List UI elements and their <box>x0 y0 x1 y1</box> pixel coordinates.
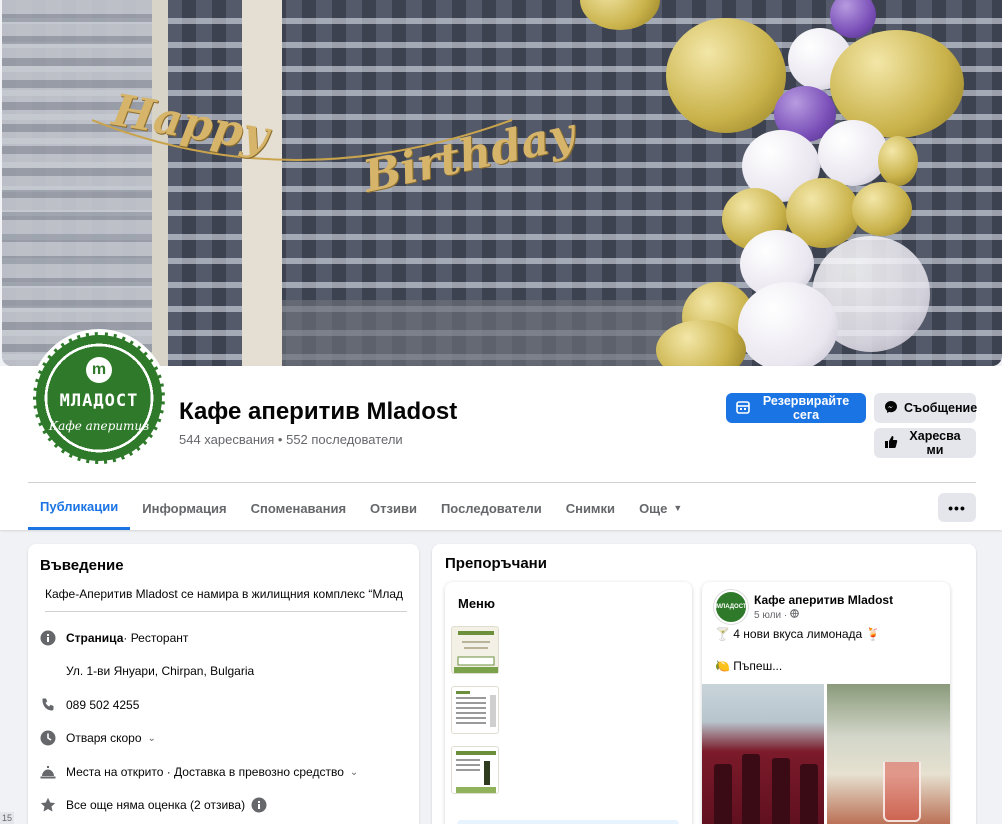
menu-thumbnail[interactable] <box>451 746 499 794</box>
post-author-avatar[interactable]: МЛАДОСТ <box>714 590 748 624</box>
tab-label: Информация <box>142 500 227 516</box>
tab-about[interactable]: Информация <box>130 486 238 530</box>
reserve-button[interactable]: Резервирайте сега <box>726 393 866 423</box>
phone-text: 089 502 4255 <box>66 698 140 712</box>
balloon-gold <box>852 182 912 236</box>
menu-title: Меню <box>458 596 496 611</box>
page-stats[interactable]: 544 харесвания • 552 последователи <box>179 432 403 447</box>
info-page-category: Страница · Ресторант <box>40 630 188 646</box>
logo-title: МЛАДОСТ <box>59 391 139 411</box>
tab-label: Последователи <box>440 500 542 516</box>
like-button-label: Харесва ми <box>909 429 961 457</box>
rating-text: Все още няма оценка (2 отзива) <box>66 798 246 812</box>
tab-label: Снимки <box>565 500 616 516</box>
info-icon <box>40 630 56 646</box>
balloon-white <box>818 120 888 186</box>
star-icon <box>40 797 56 813</box>
tab-posts[interactable]: Публикации <box>28 486 131 530</box>
balloon-gold <box>580 0 660 30</box>
tab-reviews[interactable]: Отзиви <box>358 486 429 530</box>
post-author-name[interactable]: Кафе аперитив Mladost <box>754 593 893 607</box>
menu-card[interactable]: Меню <box>445 582 692 824</box>
page-avatar[interactable]: m МЛАДОСТ Кафе аперитив <box>30 329 168 467</box>
info-rating[interactable]: Все още няма оценка (2 отзива) <box>40 797 277 813</box>
info-services[interactable]: Места на открито · Доставка в превозно с… <box>40 764 358 780</box>
more-options-button[interactable]: ••• <box>938 493 976 522</box>
chevron-down-icon: ⌄ <box>349 766 359 778</box>
post-date-text: 5 юли · <box>754 610 790 621</box>
info-circle-icon[interactable] <box>251 797 267 813</box>
header-divider <box>28 482 976 483</box>
cover-bench <box>282 300 702 366</box>
recommended-title: Препоръчани <box>445 555 547 572</box>
logo-subtitle: Кафе аперитив <box>48 419 150 433</box>
clock-icon <box>40 730 56 746</box>
calendar-icon <box>736 400 750 417</box>
page-tabs: Публикации Информация Споменавания Отзив… <box>28 486 694 530</box>
lemonade-glass-graphic <box>883 762 921 822</box>
intro-card: Въведение Кафе-Аперитив Mladost се намир… <box>28 544 419 824</box>
globe-icon <box>790 609 799 621</box>
service-bell-icon <box>40 764 56 780</box>
tab-photos[interactable]: Снимки <box>554 486 627 530</box>
menu-thumbnail[interactable] <box>451 686 499 734</box>
intro-description: Кафе-Аперитив Mladost се намира в жилищн… <box>45 587 404 601</box>
recommended-post[interactable]: МЛАДОСТ Кафе аперитив Mladost 5 юли · 🍸 … <box>702 582 950 824</box>
tab-label: Още <box>639 500 668 516</box>
post-photo-lemonade[interactable] <box>827 684 950 824</box>
bottle-graphic <box>772 758 790 824</box>
tab-label: Отзиви <box>370 500 417 516</box>
reserve-button-label: Резервирайте сега <box>762 394 850 422</box>
bottle-graphic <box>714 764 732 824</box>
avatar-logo: m МЛАДОСТ Кафе аперитив <box>33 332 165 464</box>
caret-down-icon: ▼ <box>673 503 683 513</box>
thumbs-up-icon <box>884 435 898 452</box>
page-title: Кафе аперитив Mladost <box>179 398 458 425</box>
balloon-gold <box>666 18 786 133</box>
menu-page-art <box>456 691 496 727</box>
services-text: Места на открито · Доставка в превозно с… <box>66 765 344 779</box>
info-phone[interactable]: 089 502 4255 <box>40 697 139 713</box>
menu-cover-art <box>454 631 498 673</box>
post-text-line: 🍋 Пъпеш... <box>715 659 783 673</box>
post-date[interactable]: 5 юли · <box>754 609 799 621</box>
message-button[interactable]: Съобщение <box>874 393 978 423</box>
birthday-banner: Happy Birthday <box>91 85 612 240</box>
cover-photo[interactable]: Happy Birthday <box>2 0 1002 366</box>
tab-mentions[interactable]: Споменавания <box>239 486 358 530</box>
logo-mark: m <box>86 357 112 383</box>
bottle-graphic <box>742 754 760 824</box>
balloon-gold <box>878 136 918 186</box>
hours-text: Отваря скоро <box>66 731 142 745</box>
tab-followers[interactable]: Последователи <box>429 486 554 530</box>
tab-label: Споменавания <box>250 500 347 516</box>
chevron-down-icon: ⌄ <box>147 732 156 744</box>
bottle-graphic <box>800 764 818 824</box>
like-button[interactable]: Харесва ми <box>874 428 976 458</box>
tab-label: Публикации <box>40 499 119 514</box>
message-button-label: Съобщение <box>904 401 978 415</box>
phone-icon <box>40 697 56 713</box>
address-text: Ул. 1-ви Януари, Chirpan, Bulgaria <box>66 664 255 678</box>
balloon-white <box>738 282 838 366</box>
page-category: · Ресторант <box>123 631 189 645</box>
intro-divider <box>45 611 407 612</box>
menu-page-art <box>456 751 496 793</box>
intro-title: Въведение <box>40 557 124 574</box>
page-label: Страница <box>66 631 124 645</box>
info-hours[interactable]: Отваря скоро ⌄ <box>40 730 156 746</box>
post-avatar-text: МЛАДОСТ <box>716 604 747 610</box>
post-photo-bottles[interactable] <box>702 684 824 824</box>
post-text-line: 🍸 4 нови вкуса лимонада 🍹 <box>715 627 881 641</box>
menu-see-all-bar[interactable] <box>457 820 679 824</box>
messenger-icon <box>884 400 898 417</box>
tab-more[interactable]: Още ▼ <box>627 486 694 530</box>
corner-badge: 15 <box>0 812 15 824</box>
info-address[interactable]: Ул. 1-ви Януари, Chirpan, Bulgaria <box>66 664 254 678</box>
menu-thumbnail[interactable] <box>451 626 499 674</box>
